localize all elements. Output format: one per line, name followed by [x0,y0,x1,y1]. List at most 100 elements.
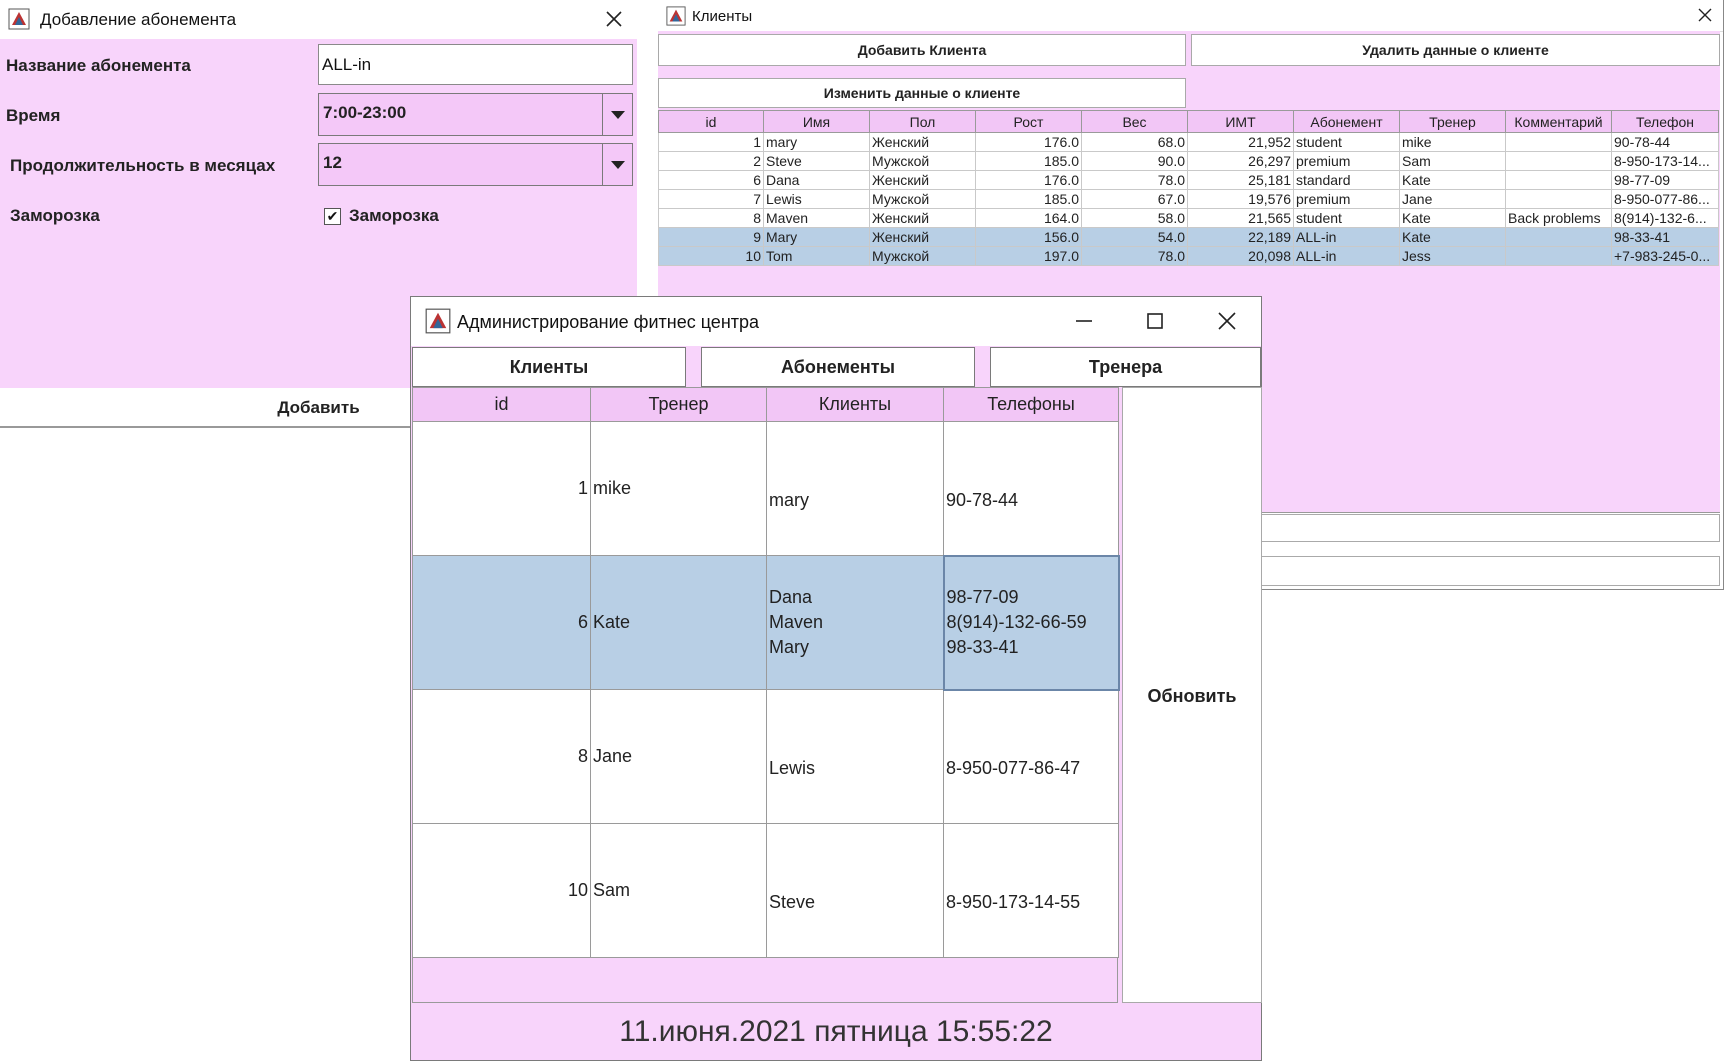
cell-comment[interactable] [1505,227,1612,247]
cell-trainer[interactable]: mike [590,421,767,556]
column-header[interactable]: Телефоны [943,387,1119,422]
cell-sex[interactable]: Мужской [869,189,976,209]
add-client-button[interactable]: Добавить Клиента [658,34,1186,66]
table-row[interactable]: 1 mike mary 90-78-44 [412,421,1119,556]
cell-clients[interactable]: Lewis [766,689,944,824]
cell-bmi[interactable]: 20,098 [1187,246,1294,266]
cell-phone[interactable]: 8-950-077-86... [1611,189,1719,209]
cell-phone[interactable]: 98-77-09 [1611,170,1719,190]
cell-height[interactable]: 176.0 [975,132,1082,152]
cell-sex[interactable]: Женский [869,170,976,190]
freeze-checkbox[interactable]: ✔ [324,208,341,225]
cell-phones[interactable]: 8-950-077-86-47 [943,689,1119,824]
close-icon[interactable] [1217,311,1237,331]
cell-weight[interactable]: 58.0 [1081,208,1188,228]
table-row[interactable]: 1 mary Женский 176.0 68.0 21,952 student… [658,132,1719,152]
cell-phones[interactable]: 90-78-44 [943,421,1119,556]
time-select[interactable]: 7:00-23:00 [318,93,633,136]
cell-name[interactable]: Mary [763,227,870,247]
cell-trainer[interactable]: Kate [1399,170,1506,190]
duration-select[interactable]: 12 [318,143,633,186]
cell-id[interactable]: 10 [658,246,764,266]
cell-id[interactable]: 6 [412,555,591,690]
cell-name[interactable]: mary [763,132,870,152]
cell-subscription[interactable]: student [1293,208,1400,228]
cell-trainer[interactable]: Jane [1399,189,1506,209]
cell-weight[interactable]: 90.0 [1081,151,1188,171]
cell-phones[interactable]: 8-950-173-14-55 [943,823,1119,958]
column-header[interactable]: ИМТ [1187,110,1294,133]
cell-clients[interactable]: Dana Maven Mary [766,555,944,690]
time-select-arrow[interactable] [602,94,632,135]
cell-sex[interactable]: Женский [869,227,976,247]
cell-trainer[interactable]: mike [1399,132,1506,152]
cell-weight[interactable]: 67.0 [1081,189,1188,209]
cell-weight[interactable]: 78.0 [1081,246,1188,266]
cell-height[interactable]: 185.0 [975,189,1082,209]
cell-name[interactable]: Maven [763,208,870,228]
cell-phone[interactable]: 8-950-173-14... [1611,151,1719,171]
cell-weight[interactable]: 68.0 [1081,132,1188,152]
subscription-name-input[interactable] [318,44,633,85]
cell-height[interactable]: 156.0 [975,227,1082,247]
cell-sex[interactable]: Женский [869,208,976,228]
cell-trainer[interactable]: Kate [1399,208,1506,228]
cell-name[interactable]: Dana [763,170,870,190]
column-header[interactable]: Тренер [1399,110,1506,133]
cell-subscription[interactable]: ALL-in [1293,246,1400,266]
cell-comment[interactable] [1505,170,1612,190]
cell-name[interactable]: Lewis [763,189,870,209]
cell-id[interactable]: 1 [412,421,591,556]
cell-comment[interactable] [1505,132,1612,152]
tab-subscriptions[interactable]: Абонементы [701,347,975,387]
cell-bmi[interactable]: 21,952 [1187,132,1294,152]
column-header[interactable]: Телефон [1611,110,1719,133]
edit-client-button[interactable]: Изменить данные о клиенте [658,78,1186,108]
freeze-checkbox-label[interactable]: Заморозка [349,206,439,226]
table-row-selected[interactable]: 10 Tom Мужской 197.0 78.0 20,098 ALL-in … [658,246,1719,266]
column-header[interactable]: Пол [869,110,976,133]
cell-trainer[interactable]: Kate [590,555,767,690]
table-row-selected[interactable]: 9 Mary Женский 156.0 54.0 22,189 ALL-in … [658,227,1719,247]
cell-subscription[interactable]: premium [1293,189,1400,209]
cell-weight[interactable]: 54.0 [1081,227,1188,247]
cell-subscription[interactable]: premium [1293,151,1400,171]
cell-trainer[interactable]: Sam [1399,151,1506,171]
cell-comment[interactable] [1505,246,1612,266]
cell-comment[interactable] [1505,189,1612,209]
cell-id[interactable]: 2 [658,151,764,171]
cell-bmi[interactable]: 26,297 [1187,151,1294,171]
column-header[interactable]: Комментарий [1505,110,1612,133]
cell-bmi[interactable]: 25,181 [1187,170,1294,190]
minimize-icon[interactable] [1074,311,1094,331]
clients-titlebar[interactable]: Клиенты [658,0,1723,32]
column-header[interactable]: Абонемент [1293,110,1400,133]
cell-sex[interactable]: Женский [869,132,976,152]
table-row[interactable]: 6 Dana Женский 176.0 78.0 25,181 standar… [658,170,1719,190]
cell-bmi[interactable]: 21,565 [1187,208,1294,228]
table-row[interactable]: 10 Sam Steve 8-950-173-14-55 [412,823,1119,958]
cell-height[interactable]: 185.0 [975,151,1082,171]
cell-clients[interactable]: Steve [766,823,944,958]
duration-select-arrow[interactable] [602,144,632,185]
cell-phone[interactable]: 8(914)-132-6... [1611,208,1719,228]
tab-clients[interactable]: Клиенты [412,347,686,387]
cell-sex[interactable]: Мужской [869,151,976,171]
cell-name[interactable]: Tom [763,246,870,266]
cell-height[interactable]: 176.0 [975,170,1082,190]
table-row[interactable]: 2 Steve Мужской 185.0 90.0 26,297 premiu… [658,151,1719,171]
cell-id[interactable]: 7 [658,189,764,209]
cell-phone[interactable]: +7-983-245-0... [1611,246,1719,266]
close-icon[interactable] [1698,8,1712,22]
column-header[interactable]: id [412,387,591,422]
cell-weight[interactable]: 78.0 [1081,170,1188,190]
cell-name[interactable]: Steve [763,151,870,171]
table-row-selected[interactable]: 6 Kate Dana Maven Mary 98-77-09 8(914)-1… [412,554,1120,691]
cell-phone[interactable]: 98-33-41 [1611,227,1719,247]
cell-trainer[interactable]: Kate [1399,227,1506,247]
table-row[interactable]: 7 Lewis Мужской 185.0 67.0 19,576 premiu… [658,189,1719,209]
table-row[interactable]: 8 Maven Женский 164.0 58.0 21,565 studen… [658,208,1719,228]
admin-titlebar[interactable]: Администрирование фитнес центра [411,297,1261,346]
cell-subscription[interactable]: ALL-in [1293,227,1400,247]
cell-subscription[interactable]: student [1293,132,1400,152]
